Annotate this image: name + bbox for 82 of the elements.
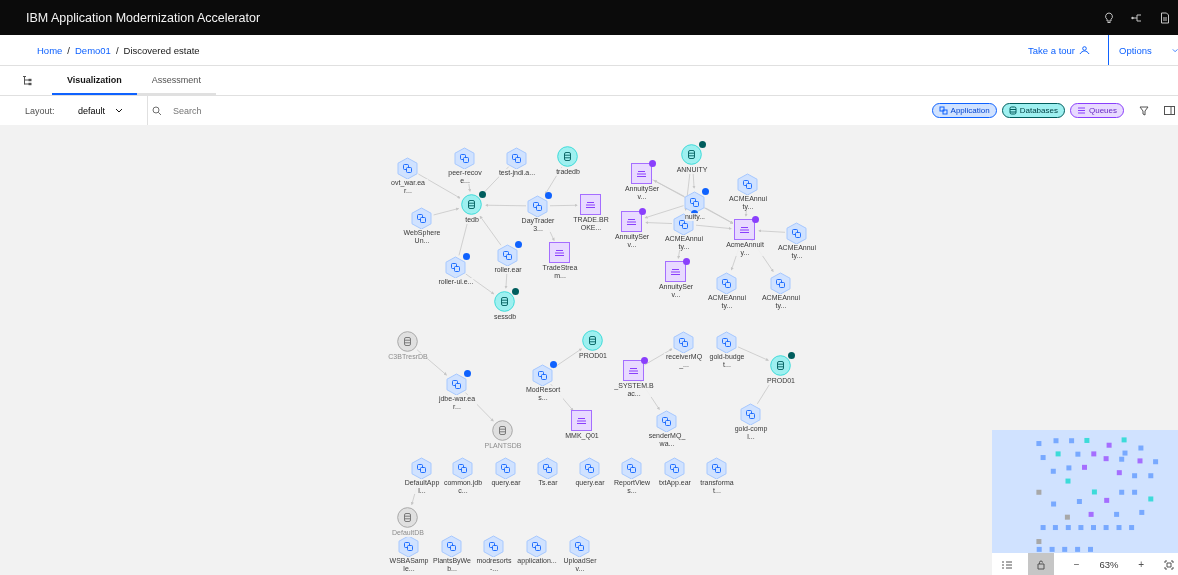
chevron-down-icon: [115, 108, 124, 113]
fit-screen-icon[interactable]: [1164, 559, 1174, 570]
queue-node[interactable]: [621, 211, 642, 232]
side-panel-icon[interactable]: [1164, 106, 1175, 115]
search-field[interactable]: Search: [171, 104, 296, 117]
application-node[interactable]: [770, 272, 791, 295]
filter-icon[interactable]: [1139, 105, 1149, 116]
tour-link[interactable]: Take a tour: [1028, 44, 1090, 56]
application-node[interactable]: [495, 457, 516, 480]
application-icon: [938, 106, 948, 115]
queue-icon: [1076, 106, 1086, 115]
application-node[interactable]: [527, 195, 548, 218]
application-node[interactable]: [411, 457, 432, 480]
person-icon: [1079, 45, 1090, 55]
application-node[interactable]: [579, 457, 600, 480]
application-node[interactable]: [786, 222, 807, 245]
application-node[interactable]: [537, 457, 558, 480]
lightbulb-icon[interactable]: [1104, 11, 1114, 24]
application-node[interactable]: [684, 191, 705, 214]
database-node[interactable]: [770, 355, 791, 376]
layout-label: Layout:: [25, 105, 56, 116]
application-node[interactable]: [397, 157, 418, 180]
application-node[interactable]: [441, 535, 462, 558]
application-node[interactable]: [497, 244, 518, 267]
tree-icon[interactable]: [22, 75, 32, 86]
database-icon: [1008, 106, 1017, 115]
database-node[interactable]: [397, 507, 418, 528]
application-node[interactable]: [398, 535, 419, 558]
application-node[interactable]: [506, 147, 527, 170]
queue-node[interactable]: [665, 261, 686, 282]
application-node[interactable]: [621, 457, 642, 480]
breadcrumb-current: Discovered estate: [123, 44, 200, 56]
chevron-down-icon: [1171, 47, 1178, 53]
application-node[interactable]: [716, 272, 737, 295]
application-node[interactable]: [446, 373, 467, 396]
app-title: IBM Application Modernization Accelerator: [26, 10, 262, 25]
breadcrumb-link[interactable]: Home: [37, 44, 63, 56]
database-node[interactable]: [557, 146, 578, 167]
queue-node[interactable]: [549, 242, 570, 263]
application-node[interactable]: [445, 256, 466, 279]
application-node[interactable]: [454, 147, 475, 170]
zoom-level: 63%: [1099, 559, 1119, 570]
database-node[interactable]: [492, 420, 513, 441]
filter-chip[interactable]: Databases: [1001, 103, 1065, 118]
database-node[interactable]: [681, 144, 702, 165]
search-icon: [152, 105, 163, 116]
application-node[interactable]: [532, 364, 553, 387]
application-node[interactable]: [673, 331, 694, 354]
breadcrumb-separator: /: [67, 44, 70, 56]
flow-icon[interactable]: [1131, 12, 1143, 23]
application-node[interactable]: [656, 410, 677, 433]
queue-node[interactable]: [571, 410, 592, 431]
zoom-out-button[interactable]: −: [1069, 559, 1084, 570]
application-node[interactable]: [737, 173, 758, 196]
queue-node[interactable]: [580, 194, 601, 215]
application-node[interactable]: [411, 207, 432, 230]
database-node[interactable]: [461, 194, 482, 215]
application-node[interactable]: [664, 457, 685, 480]
application-node[interactable]: [716, 331, 737, 354]
queue-node[interactable]: [734, 219, 755, 240]
application-node[interactable]: [740, 403, 761, 426]
breadcrumb-separator: /: [115, 44, 119, 56]
list-icon[interactable]: [1002, 560, 1012, 569]
zoom-in-button[interactable]: +: [1134, 559, 1149, 570]
database-node[interactable]: [397, 331, 418, 352]
queue-node[interactable]: [623, 360, 644, 381]
options-button[interactable]: Options: [1108, 35, 1178, 65]
breadcrumb-link[interactable]: Demo01: [75, 44, 111, 56]
filter-chip[interactable]: Queues: [1069, 103, 1124, 118]
database-node[interactable]: [582, 330, 603, 351]
queue-node[interactable]: [631, 163, 652, 184]
filter-chip[interactable]: Application: [931, 103, 997, 118]
application-node[interactable]: [706, 457, 727, 480]
database-node[interactable]: [494, 291, 515, 312]
application-node[interactable]: [452, 457, 473, 480]
application-node[interactable]: [526, 535, 547, 558]
tab[interactable]: Assessment: [136, 66, 216, 95]
application-node[interactable]: [483, 535, 504, 558]
tab[interactable]: Visualization: [52, 66, 137, 95]
document-icon[interactable]: [1160, 11, 1170, 24]
layout-dropdown[interactable]: default: [78, 105, 124, 116]
application-node[interactable]: [569, 535, 590, 558]
